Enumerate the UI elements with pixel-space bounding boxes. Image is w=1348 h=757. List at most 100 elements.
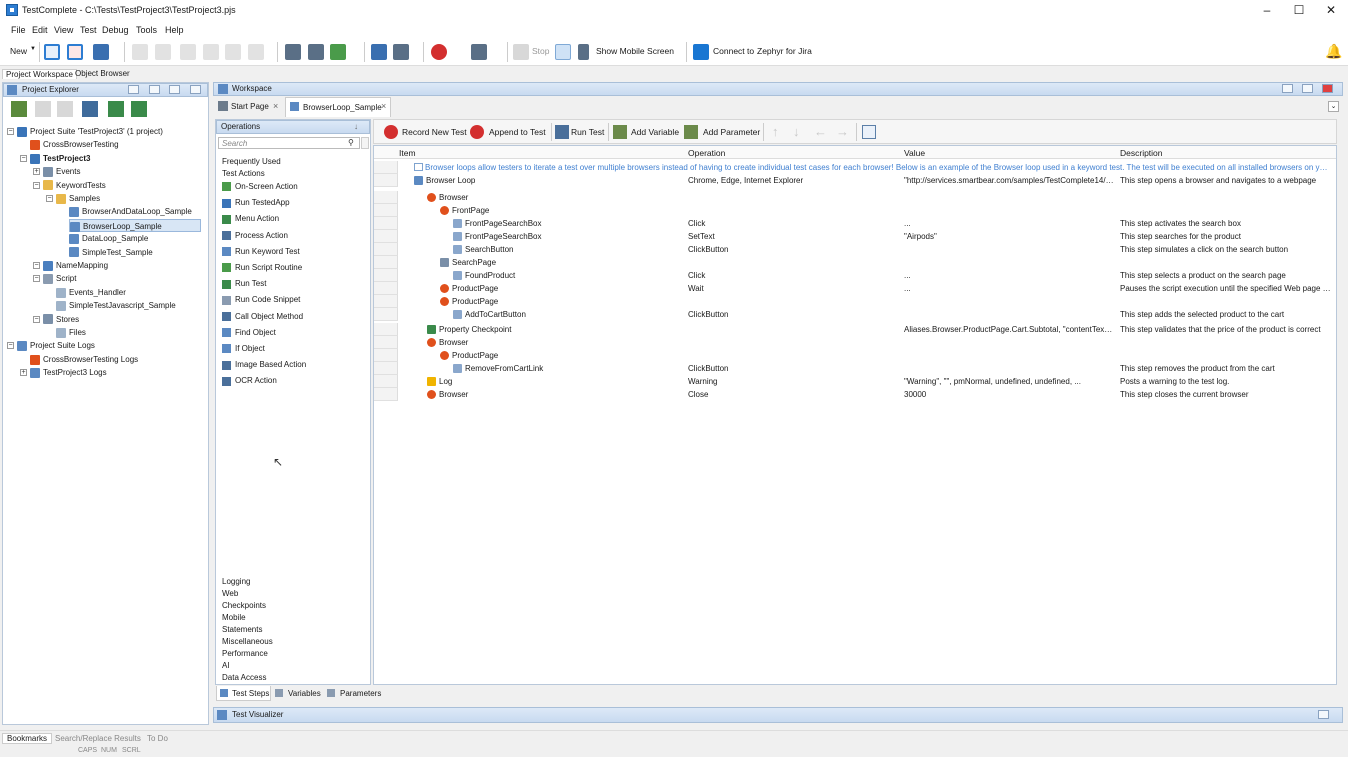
maximize-button[interactable]: ☐: [1282, 0, 1316, 22]
tree-item[interactable]: Events_Handler: [56, 286, 126, 299]
device-icon[interactable]: [371, 44, 387, 60]
run-icon[interactable]: [471, 44, 487, 60]
scroll-icon[interactable]: [361, 137, 369, 149]
add-item-icon[interactable]: [11, 101, 27, 117]
operation-item[interactable]: Image Based Action: [222, 358, 306, 371]
paste-icon[interactable]: [225, 44, 241, 60]
copy-icon[interactable]: [203, 44, 219, 60]
test-visualizer-bar[interactable]: Test Visualizer: [213, 707, 1343, 723]
move-down-icon[interactable]: ↓: [793, 124, 800, 139]
help-icon[interactable]: [1282, 84, 1293, 93]
show-mobile-screen-button[interactable]: Show Mobile Screen: [596, 46, 674, 56]
table-row[interactable]: Browser: [374, 336, 1336, 349]
tab-to-do[interactable]: To Do: [147, 734, 168, 743]
append-icon[interactable]: [470, 125, 484, 139]
expander-icon[interactable]: +: [33, 168, 40, 176]
expander-icon[interactable]: +: [20, 369, 27, 377]
table-row[interactable]: FrontPage: [374, 204, 1336, 217]
tree-item[interactable]: Script: [43, 272, 76, 285]
expander-icon[interactable]: −: [20, 154, 27, 162]
close-tab-icon[interactable]: ×: [381, 101, 386, 111]
zephyr-icon[interactable]: [693, 44, 709, 60]
open-folder-icon[interactable]: [44, 44, 60, 60]
redo-icon[interactable]: [155, 44, 171, 60]
tree-item[interactable]: KeywordTests: [43, 179, 106, 192]
new-file-icon[interactable]: [35, 101, 51, 117]
run-test-icon[interactable]: [555, 125, 569, 139]
tab-start-page[interactable]: Start Page: [231, 102, 269, 111]
add-item-icon[interactable]: [285, 44, 301, 60]
add-test-icon[interactable]: [308, 44, 324, 60]
table-row[interactable]: Property Checkpoint Aliases.Browser.Produ…: [374, 323, 1336, 336]
notifications-bell-icon[interactable]: 🔔: [1325, 43, 1342, 60]
float-icon[interactable]: [149, 85, 160, 94]
zephyr-for-jira-button[interactable]: Zephyr for Jira: [757, 46, 812, 56]
operation-item[interactable]: Run Script Routine: [222, 261, 302, 274]
close-window-button[interactable]: ✕: [1314, 0, 1348, 22]
add-parameter-button[interactable]: Add Parameter: [703, 127, 760, 137]
run-item-icon[interactable]: [131, 101, 147, 117]
operation-item[interactable]: Run Keyword Test: [222, 245, 300, 258]
column-operation[interactable]: Operation: [688, 148, 725, 158]
tree-item[interactable]: SimpleTest_Sample: [69, 246, 153, 259]
add-variable-button[interactable]: Add Variable: [631, 127, 679, 137]
comment-icon[interactable]: [862, 125, 876, 139]
table-row[interactable]: Browser: [374, 191, 1336, 204]
operations-search-input[interactable]: Search ⚲: [218, 137, 360, 149]
pin-icon[interactable]: [169, 85, 180, 94]
tab-project-workspace[interactable]: Project Workspace: [2, 69, 77, 79]
append-to-test-button[interactable]: Append to Test: [489, 127, 546, 137]
tab-browserloop-sample[interactable]: BrowserLoop_Sample ×: [285, 97, 391, 117]
row-marker[interactable]: [374, 161, 398, 174]
expander-icon[interactable]: −: [33, 275, 40, 283]
search-icon[interactable]: ⚲: [348, 138, 354, 147]
stop-icon[interactable]: [513, 44, 529, 60]
column-item[interactable]: Item: [399, 148, 416, 158]
chevron-down-icon[interactable]: ⌄: [1328, 101, 1339, 112]
tree-item[interactable]: BrowserLoop_Sample: [69, 218, 201, 232]
move-up-icon[interactable]: ↑: [772, 124, 779, 139]
tree-item[interactable]: Files: [56, 326, 86, 339]
undo-icon[interactable]: [132, 44, 148, 60]
tree-item[interactable]: NameMapping: [43, 259, 108, 272]
operation-item[interactable]: Call Object Method: [222, 310, 303, 323]
table-row[interactable]: AddToCartButton ClickButton This step adds…: [374, 308, 1336, 321]
table-row[interactable]: RemoveFromCartLink ClickButton This step r…: [374, 362, 1336, 375]
table-row[interactable]: SearchPage: [374, 256, 1336, 269]
close-workspace-icon[interactable]: [1322, 84, 1333, 93]
tree-item[interactable]: Project Suite Logs: [17, 339, 95, 352]
chevron-down-icon[interactable]: ▼: [30, 46, 36, 52]
tree-item[interactable]: DataLoop_Sample: [69, 232, 148, 245]
record-new-test-button[interactable]: Record New Test: [402, 127, 467, 137]
table-row[interactable]: ProductPage: [374, 295, 1336, 308]
ops-test-actions[interactable]: Test Actions: [222, 167, 265, 180]
operation-item[interactable]: Process Action: [222, 229, 288, 242]
tree-item[interactable]: CrossBrowserTesting Logs: [30, 353, 138, 366]
close-panel-icon[interactable]: [190, 85, 201, 94]
tab-bookmarks[interactable]: Bookmarks: [2, 733, 53, 744]
debug-toggle-icon[interactable]: [555, 44, 571, 60]
record-icon[interactable]: [384, 125, 398, 139]
operation-category[interactable]: Data Access: [222, 671, 266, 684]
menu-edit[interactable]: Edit: [32, 25, 48, 35]
expander-icon[interactable]: −: [33, 315, 40, 323]
table-row[interactable]: ProductPage Wait... Pauses the script exec…: [374, 282, 1336, 295]
operation-item[interactable]: If Object: [222, 342, 265, 355]
menu-view[interactable]: View: [54, 25, 73, 35]
table-row[interactable]: Browser Close 30000 This step closes the cu…: [374, 388, 1336, 401]
add-variable-icon[interactable]: [613, 125, 627, 139]
column-value[interactable]: Value: [904, 148, 925, 158]
connect-to-label[interactable]: Connect to: [713, 46, 754, 56]
delete-icon[interactable]: [248, 44, 264, 60]
cut-icon[interactable]: [180, 44, 196, 60]
operation-item[interactable]: Menu Action: [222, 212, 279, 225]
tab-variables[interactable]: Variables: [288, 689, 321, 698]
tab-search-replace-results[interactable]: Search/Replace Results: [55, 734, 141, 743]
expand-icon[interactable]: [1318, 710, 1329, 719]
tree-item[interactable]: TestProject3: [30, 152, 90, 165]
close-project-icon[interactable]: [67, 44, 83, 60]
pin-icon[interactable]: ↓: [354, 122, 358, 131]
menu-help[interactable]: Help: [165, 25, 184, 35]
tree-item[interactable]: SimpleTestJavascript_Sample: [56, 299, 176, 312]
expander-icon[interactable]: −: [46, 195, 53, 202]
